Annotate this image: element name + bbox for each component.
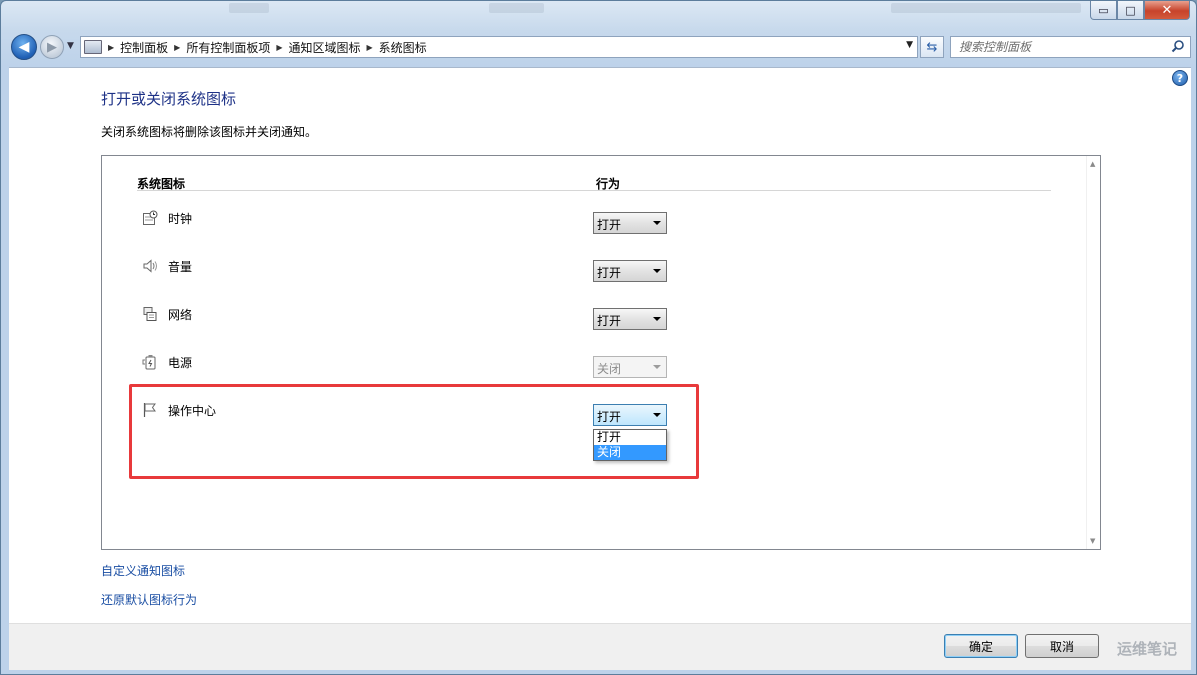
power-behavior-value: 关闭 <box>597 362 622 376</box>
back-button[interactable]: ◀ <box>11 34 37 60</box>
clock-behavior-select[interactable]: 打开 <box>593 212 667 234</box>
background-artifact <box>891 3 1081 13</box>
address-bar[interactable]: ▶ 控制面板 ▶ 所有控制面板项 ▶ 通知区域图标 ▶ 系统图标 ▼ <box>80 36 918 58</box>
clock-behavior-value: 打开 <box>597 218 622 232</box>
control-panel-window: ▭ □ ✕ ◀ ▶ ▼ ▶ 控制面板 ▶ 所有控制面板项 ▶ 通知区域图标 ▶ … <box>0 0 1197 675</box>
search-box[interactable] <box>950 36 1191 58</box>
breadcrumb-arrow-icon[interactable]: ▶ <box>367 43 373 52</box>
refresh-icon: ⇆ <box>926 39 938 55</box>
maximize-button[interactable]: □ <box>1117 1 1144 20</box>
chevron-down-icon: ▼ <box>67 41 74 51</box>
network-behavior-select[interactable]: 打开 <box>593 308 667 330</box>
breadcrumb-system-icons[interactable]: 系统图标 <box>379 39 427 56</box>
row-label-network: 网络 <box>168 308 193 322</box>
power-icon <box>142 355 156 370</box>
chevron-down-icon <box>653 269 661 273</box>
ok-button[interactable]: 确定 <box>944 634 1018 658</box>
refresh-button[interactable]: ⇆ <box>920 36 944 58</box>
vertical-scrollbar[interactable]: ▲ ▼ <box>1086 156 1100 549</box>
search-icon[interactable] <box>1171 39 1185 53</box>
background-artifact <box>489 3 544 13</box>
address-dropdown-icon[interactable]: ▼ <box>906 40 913 50</box>
scroll-up-icon[interactable]: ▲ <box>1090 160 1095 168</box>
chevron-down-icon <box>653 221 661 225</box>
power-behavior-select: 关闭 <box>593 356 667 378</box>
background-artifact <box>229 3 269 13</box>
network-behavior-value: 打开 <box>597 314 622 328</box>
breadcrumb-notification-icons[interactable]: 通知区域图标 <box>289 39 361 56</box>
network-icon <box>143 307 157 321</box>
help-icon[interactable]: ? <box>1172 70 1188 86</box>
clock-icon <box>143 210 158 225</box>
watermark-text: 运维笔记 <box>1116 640 1177 658</box>
caption-buttons: ▭ □ ✕ <box>1090 1 1190 21</box>
chevron-down-icon <box>653 317 661 321</box>
forward-button[interactable]: ▶ <box>40 35 64 59</box>
restore-default-behavior-link[interactable]: 还原默认图标行为 <box>101 591 197 608</box>
page-subtitle: 关闭系统图标将删除该图标并关闭通知。 <box>101 125 318 139</box>
arrow-right-icon: ▶ <box>47 39 57 55</box>
chevron-down-icon <box>653 365 661 369</box>
scroll-down-icon[interactable]: ▼ <box>1090 537 1095 545</box>
system-icons-list: ▲ ▼ 系统图标 行为 时钟 打开 音量 打开 网络 打开 电源 关闭 操作中心… <box>101 155 1101 550</box>
row-label-power: 电源 <box>168 356 193 370</box>
highlight-box <box>129 384 699 479</box>
breadcrumb-arrow-icon[interactable]: ▶ <box>276 43 282 52</box>
arrow-left-icon: ◀ <box>18 39 30 55</box>
close-button[interactable]: ✕ <box>1144 1 1190 20</box>
dialog-footer: 确定 取消 运维笔记 <box>9 623 1191 670</box>
page-title: 打开或关闭系统图标 <box>101 90 237 108</box>
volume-behavior-select[interactable]: 打开 <box>593 260 667 282</box>
cancel-button[interactable]: 取消 <box>1025 634 1099 658</box>
recent-pages-button[interactable]: ▼ <box>67 41 74 51</box>
header-divider <box>137 190 1051 191</box>
minimize-button[interactable]: ▭ <box>1090 1 1117 20</box>
search-input[interactable] <box>959 37 1169 57</box>
content-pane: ? 打开或关闭系统图标 关闭系统图标将删除该图标并关闭通知。 ▲ ▼ 系统图标 … <box>9 67 1191 623</box>
row-label-clock: 时钟 <box>168 212 193 226</box>
breadcrumb-arrow-icon[interactable]: ▶ <box>108 43 114 52</box>
customize-notification-icons-link[interactable]: 自定义通知图标 <box>101 562 185 579</box>
volume-icon <box>143 259 157 273</box>
computer-icon <box>84 40 102 54</box>
breadcrumb-arrow-icon[interactable]: ▶ <box>174 43 180 52</box>
volume-behavior-value: 打开 <box>597 266 622 280</box>
breadcrumb-control-panel[interactable]: 控制面板 <box>120 39 168 56</box>
breadcrumb-all-items[interactable]: 所有控制面板项 <box>186 39 270 56</box>
navigation-bar: ◀ ▶ ▼ ▶ 控制面板 ▶ 所有控制面板项 ▶ 通知区域图标 ▶ 系统图标 ▼… <box>1 34 1196 60</box>
row-label-volume: 音量 <box>168 260 193 274</box>
